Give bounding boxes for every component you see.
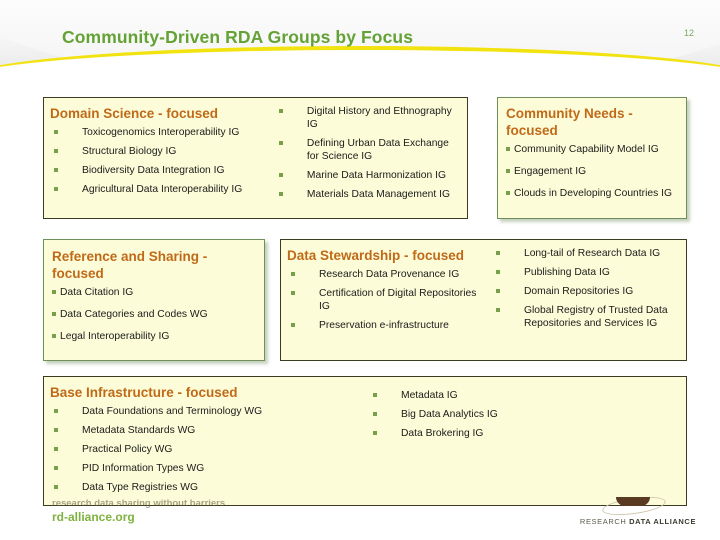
footer-url[interactable]: rd-alliance.org <box>52 510 135 524</box>
list-item: Big Data Analytics IG <box>369 408 682 421</box>
list-item: Clouds in Developing Countries IG <box>506 187 680 200</box>
list-item: Metadata IG <box>369 389 682 402</box>
list-item: Agricultural Data Interoperability IG <box>50 183 273 196</box>
list-item: Toxicogenomics Interoperability IG <box>50 126 273 139</box>
box-data-stewardship-list-left: Research Data Provenance IG Certificatio… <box>287 268 490 332</box>
footer-tagline: research data sharing without barriers <box>52 498 226 509</box>
list-item: Publishing Data IG <box>492 266 682 279</box>
box-domain-science-column-right: Digital History and Ethnography IG Defin… <box>275 98 467 218</box>
box-domain-science: Domain Science - focused Toxicogenomics … <box>43 97 468 219</box>
box-data-stewardship-title: Data Stewardship - focused <box>287 248 465 263</box>
box-community-needs: Community Needs - focused Community Capa… <box>497 97 687 219</box>
list-item: Data Foundations and Terminology WG <box>50 405 367 418</box>
list-item: Data Citation IG <box>52 286 258 299</box>
rda-wordmark: RESEARCH DATA ALLIANCE <box>574 517 702 526</box>
box-reference-sharing-list: Data Citation IG Data Categories and Cod… <box>52 286 258 343</box>
box-base-infrastructure-list-right: Metadata IG Big Data Analytics IG Data B… <box>369 389 682 440</box>
list-item: Metadata Standards WG <box>50 424 367 437</box>
box-domain-science-list-left: Toxicogenomics Interoperability IG Struc… <box>50 126 273 196</box>
list-item: Engagement IG <box>506 165 680 178</box>
box-data-stewardship-list-right: Long-tail of Research Data IG Publishing… <box>492 247 682 330</box>
box-reference-sharing-title: Reference and Sharing - focused <box>52 249 208 281</box>
box-reference-sharing: Reference and Sharing - focused Data Cit… <box>43 239 265 361</box>
box-data-stewardship: Data Stewardship - focused Research Data… <box>280 239 687 361</box>
box-domain-science-columns: Domain Science - focused Toxicogenomics … <box>44 98 467 218</box>
box-base-infrastructure: Base Infrastructure - focused Data Found… <box>43 376 687 506</box>
box-domain-science-column-left: Domain Science - focused Toxicogenomics … <box>44 98 275 218</box>
rda-dish-icon <box>601 493 667 519</box>
rda-wordmark-bold: DATA ALLIANCE <box>629 517 697 526</box>
box-data-stewardship-column-left: Data Stewardship - focused Research Data… <box>281 240 492 360</box>
box-community-needs-list: Community Capability Model IG Engagement… <box>506 143 680 200</box>
list-item: Biodiversity Data Integration IG <box>50 164 273 177</box>
box-base-infrastructure-columns: Base Infrastructure - focused Data Found… <box>44 377 686 505</box>
list-item: Marine Data Harmonization IG <box>275 169 463 182</box>
list-item: Global Registry of Trusted Data Reposito… <box>492 304 682 330</box>
list-item: Digital History and Ethnography IG <box>275 105 463 131</box>
rda-logo: RESEARCH DATA ALLIANCE <box>574 493 702 532</box>
list-item: Community Capability Model IG <box>506 143 680 156</box>
box-base-infrastructure-column-left: Base Infrastructure - focused Data Found… <box>44 377 369 505</box>
slide-header: Community-Driven RDA Groups by Focus 12 <box>0 0 720 90</box>
list-item: Data Categories and Codes WG <box>52 308 258 321</box>
box-base-infrastructure-list-left: Data Foundations and Terminology WG Meta… <box>50 405 367 494</box>
list-item: PID Information Types WG <box>50 462 367 475</box>
list-item: Legal Interoperability IG <box>52 330 258 343</box>
list-item: Research Data Provenance IG <box>287 268 490 281</box>
rda-dish-shape <box>616 497 650 506</box>
box-data-stewardship-column-right: Long-tail of Research Data IG Publishing… <box>492 240 686 360</box>
box-domain-science-list-right: Digital History and Ethnography IG Defin… <box>275 105 463 201</box>
box-community-needs-title: Community Needs - focused <box>506 106 633 138</box>
box-reference-sharing-inner: Reference and Sharing - focused Data Cit… <box>44 240 264 360</box>
box-base-infrastructure-title: Base Infrastructure - focused <box>50 385 238 400</box>
box-community-needs-inner: Community Needs - focused Community Capa… <box>498 98 686 218</box>
list-item: Data Brokering IG <box>369 427 682 440</box>
box-domain-science-title: Domain Science - focused <box>50 106 219 121</box>
list-item: Domain Repositories IG <box>492 285 682 298</box>
page-title: Community-Driven RDA Groups by Focus <box>62 27 414 47</box>
list-item: Certification of Digital Repositories IG <box>287 287 490 313</box>
box-data-stewardship-columns: Data Stewardship - focused Research Data… <box>281 240 686 360</box>
list-item: Long-tail of Research Data IG <box>492 247 682 260</box>
list-item: Defining Urban Data Exchange for Science… <box>275 137 463 163</box>
slide-footer: research data sharing without barriers r… <box>0 492 720 540</box>
rda-wordmark-light: RESEARCH <box>579 517 630 526</box>
list-item: Preservation e-infrastructure <box>287 319 490 332</box>
list-item: Practical Policy WG <box>50 443 367 456</box>
list-item: Structural Biology IG <box>50 145 273 158</box>
page-number: 12 <box>683 28 694 38</box>
box-base-infrastructure-column-right: Metadata IG Big Data Analytics IG Data B… <box>369 377 686 505</box>
list-item: Materials Data Management IG <box>275 188 463 201</box>
